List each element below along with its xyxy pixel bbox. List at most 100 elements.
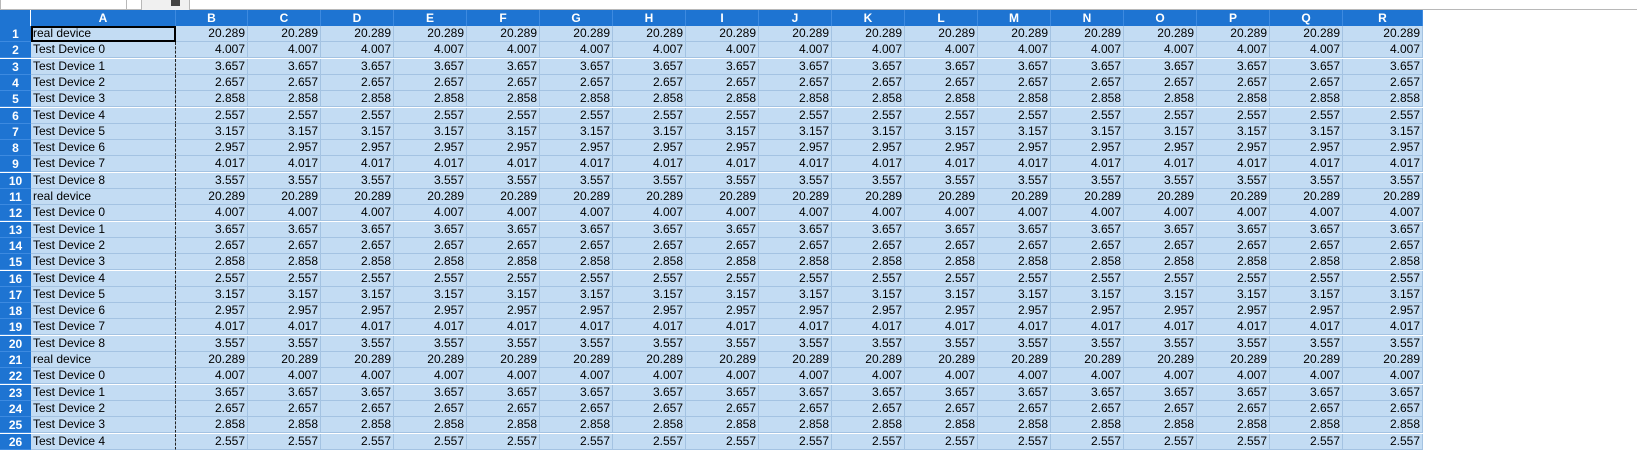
cell-d11[interactable]: 20.289 [321, 189, 394, 205]
cell-i15[interactable]: 2.858 [686, 254, 759, 270]
cell-g9[interactable]: 4.017 [540, 156, 613, 172]
cell-m2[interactable]: 4.007 [978, 42, 1051, 58]
row-header[interactable]: 12 [0, 205, 31, 221]
column-header-p[interactable]: P [1197, 10, 1270, 26]
cell-b1[interactable]: 20.289 [176, 26, 248, 42]
cell-o26[interactable]: 2.557 [1124, 434, 1197, 450]
cell-o19[interactable]: 4.017 [1124, 319, 1197, 335]
cell-d16[interactable]: 2.557 [321, 271, 394, 287]
cell-r13[interactable]: 3.657 [1343, 222, 1423, 238]
cell-j17[interactable]: 3.157 [759, 287, 832, 303]
row-header[interactable]: 15 [0, 254, 31, 270]
formula-icon[interactable] [171, 0, 180, 6]
cell-i24[interactable]: 2.657 [686, 401, 759, 417]
cell-c2[interactable]: 4.007 [248, 42, 321, 58]
cell-d4[interactable]: 2.657 [321, 75, 394, 91]
cell-j25[interactable]: 2.858 [759, 417, 832, 433]
cell-h5[interactable]: 2.858 [613, 91, 686, 107]
column-header-l[interactable]: L [905, 10, 978, 26]
cell-e4[interactable]: 2.657 [394, 75, 467, 91]
cell-e23[interactable]: 3.657 [394, 385, 467, 401]
cell-q23[interactable]: 3.657 [1270, 385, 1343, 401]
cell-l7[interactable]: 3.157 [905, 124, 978, 140]
cell-f25[interactable]: 2.858 [467, 417, 540, 433]
cell-g7[interactable]: 3.157 [540, 124, 613, 140]
cell-q16[interactable]: 2.557 [1270, 271, 1343, 287]
cell-b17[interactable]: 3.157 [176, 287, 248, 303]
cell-j3[interactable]: 3.657 [759, 59, 832, 75]
cell-p2[interactable]: 4.007 [1197, 42, 1270, 58]
cell-i6[interactable]: 2.557 [686, 108, 759, 124]
cell-b23[interactable]: 3.657 [176, 385, 248, 401]
column-header-b[interactable]: B [176, 10, 248, 26]
cell-a4[interactable]: Test Device 2 [31, 75, 176, 91]
cell-d14[interactable]: 2.657 [321, 238, 394, 254]
cell-n18[interactable]: 2.957 [1051, 303, 1124, 319]
cell-n2[interactable]: 4.007 [1051, 42, 1124, 58]
cell-i12[interactable]: 4.007 [686, 205, 759, 221]
cell-e5[interactable]: 2.858 [394, 91, 467, 107]
cell-o10[interactable]: 3.557 [1124, 173, 1197, 189]
cell-f19[interactable]: 4.017 [467, 319, 540, 335]
cell-b24[interactable]: 2.657 [176, 401, 248, 417]
cell-j22[interactable]: 4.007 [759, 368, 832, 384]
cell-f22[interactable]: 4.007 [467, 368, 540, 384]
cell-l18[interactable]: 2.957 [905, 303, 978, 319]
cell-a7[interactable]: Test Device 5 [31, 124, 176, 140]
cell-g4[interactable]: 2.657 [540, 75, 613, 91]
cell-h24[interactable]: 2.657 [613, 401, 686, 417]
cell-l5[interactable]: 2.858 [905, 91, 978, 107]
cell-i20[interactable]: 3.557 [686, 336, 759, 352]
cell-f9[interactable]: 4.017 [467, 156, 540, 172]
cell-q10[interactable]: 3.557 [1270, 173, 1343, 189]
cell-a3[interactable]: Test Device 1 [31, 59, 176, 75]
cell-e3[interactable]: 3.657 [394, 59, 467, 75]
cell-e25[interactable]: 2.858 [394, 417, 467, 433]
cell-f5[interactable]: 2.858 [467, 91, 540, 107]
cell-g20[interactable]: 3.557 [540, 336, 613, 352]
cell-r1[interactable]: 20.289 [1343, 26, 1423, 42]
cell-k4[interactable]: 2.657 [832, 75, 905, 91]
row-header[interactable]: 23 [0, 385, 31, 401]
cell-b13[interactable]: 3.657 [176, 222, 248, 238]
cell-j5[interactable]: 2.858 [759, 91, 832, 107]
cell-r24[interactable]: 2.657 [1343, 401, 1423, 417]
cell-j14[interactable]: 2.657 [759, 238, 832, 254]
cell-p17[interactable]: 3.157 [1197, 287, 1270, 303]
cell-n17[interactable]: 3.157 [1051, 287, 1124, 303]
cell-p23[interactable]: 3.657 [1197, 385, 1270, 401]
column-header-c[interactable]: C [248, 10, 321, 26]
cell-f17[interactable]: 3.157 [467, 287, 540, 303]
cell-q25[interactable]: 2.858 [1270, 417, 1343, 433]
cell-r12[interactable]: 4.007 [1343, 205, 1423, 221]
cell-b4[interactable]: 2.657 [176, 75, 248, 91]
cell-n14[interactable]: 2.657 [1051, 238, 1124, 254]
cell-i1[interactable]: 20.289 [686, 26, 759, 42]
cell-a18[interactable]: Test Device 6 [31, 303, 176, 319]
cell-p4[interactable]: 2.657 [1197, 75, 1270, 91]
cell-o5[interactable]: 2.858 [1124, 91, 1197, 107]
cell-o18[interactable]: 2.957 [1124, 303, 1197, 319]
cell-d2[interactable]: 4.007 [321, 42, 394, 58]
cell-h12[interactable]: 4.007 [613, 205, 686, 221]
cell-q11[interactable]: 20.289 [1270, 189, 1343, 205]
cell-b14[interactable]: 2.657 [176, 238, 248, 254]
cell-m15[interactable]: 2.858 [978, 254, 1051, 270]
cell-i23[interactable]: 3.657 [686, 385, 759, 401]
cell-f4[interactable]: 2.657 [467, 75, 540, 91]
cell-g21[interactable]: 20.289 [540, 352, 613, 368]
cell-i16[interactable]: 2.557 [686, 271, 759, 287]
cell-a26[interactable]: Test Device 4 [31, 434, 176, 450]
cell-d21[interactable]: 20.289 [321, 352, 394, 368]
cell-b20[interactable]: 3.557 [176, 336, 248, 352]
cell-k15[interactable]: 2.858 [832, 254, 905, 270]
cell-d26[interactable]: 2.557 [321, 434, 394, 450]
cell-b7[interactable]: 3.157 [176, 124, 248, 140]
cell-k2[interactable]: 4.007 [832, 42, 905, 58]
cell-a2[interactable]: Test Device 0 [31, 42, 176, 58]
cell-l21[interactable]: 20.289 [905, 352, 978, 368]
cell-o2[interactable]: 4.007 [1124, 42, 1197, 58]
cell-f1[interactable]: 20.289 [467, 26, 540, 42]
cell-a25[interactable]: Test Device 3 [31, 417, 176, 433]
cell-a21[interactable]: real device [31, 352, 176, 368]
